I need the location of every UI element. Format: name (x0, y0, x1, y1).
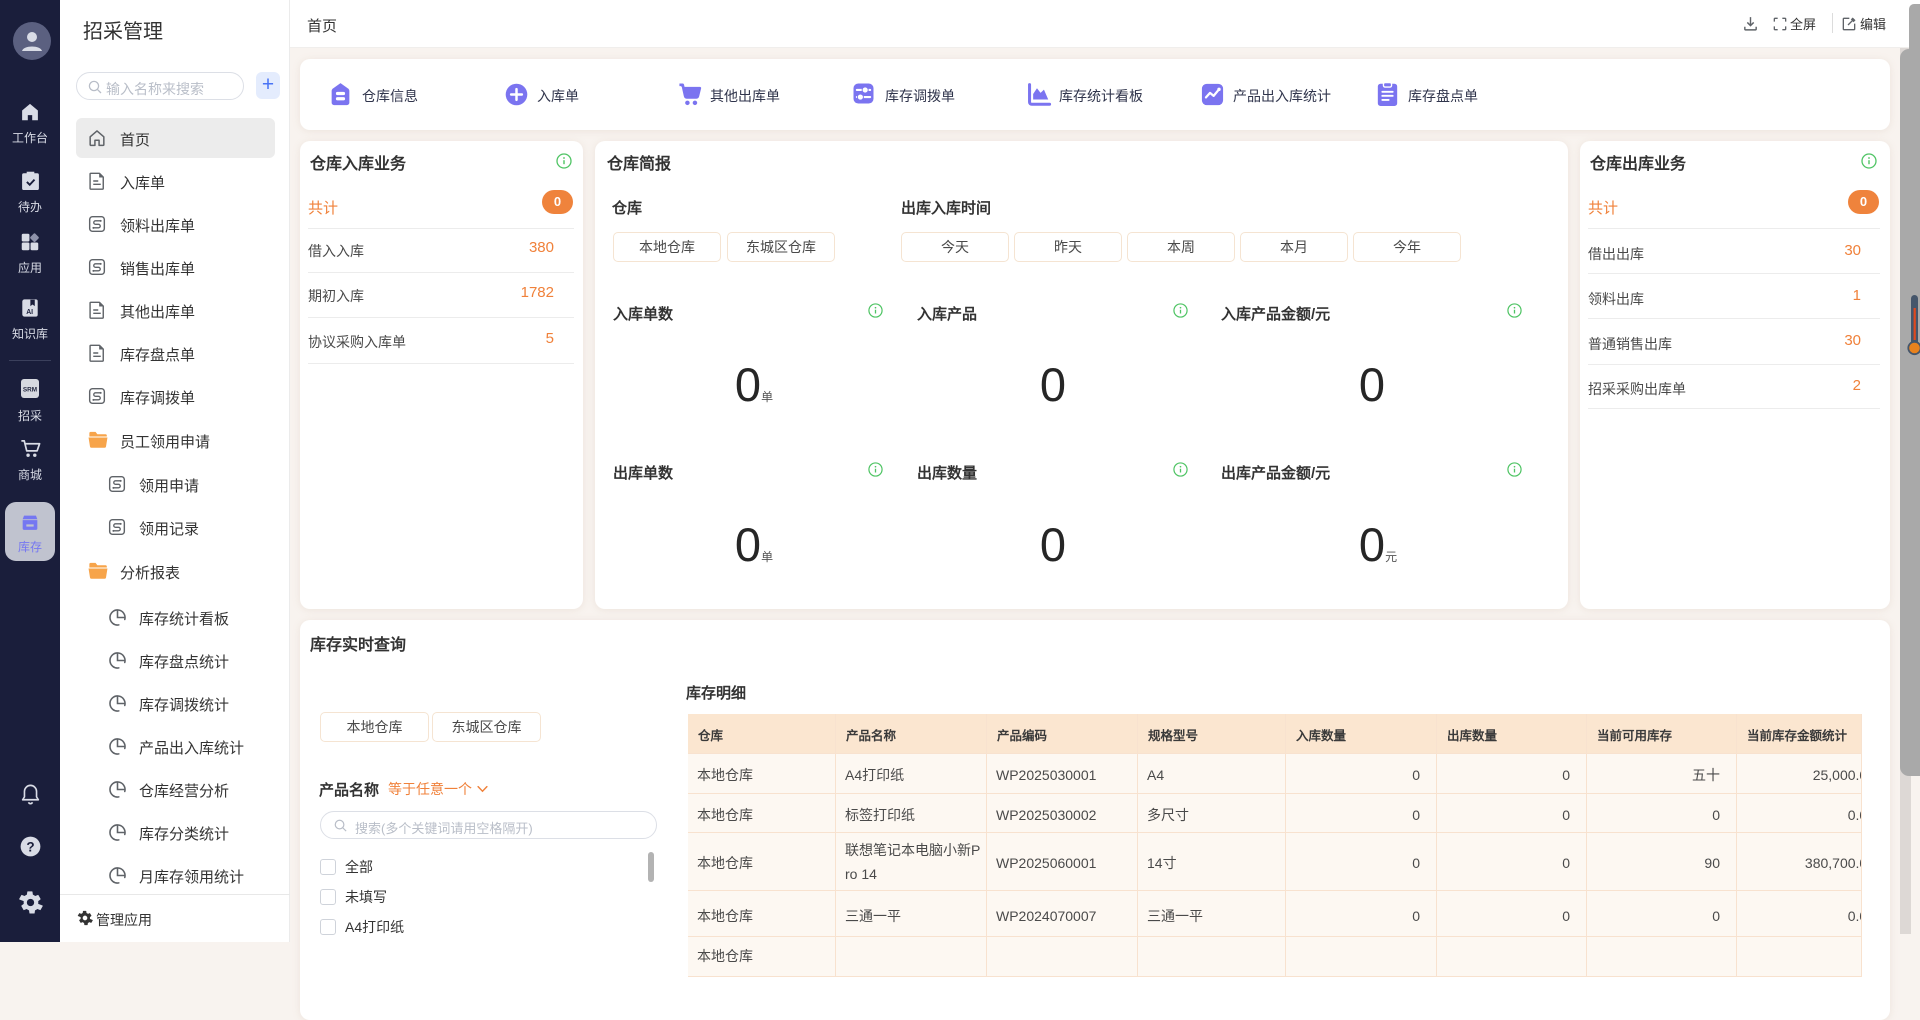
svg-text:AI: AI (26, 309, 33, 316)
svg-text:?: ? (26, 839, 34, 854)
svg-text:SRM: SRM (23, 387, 37, 394)
